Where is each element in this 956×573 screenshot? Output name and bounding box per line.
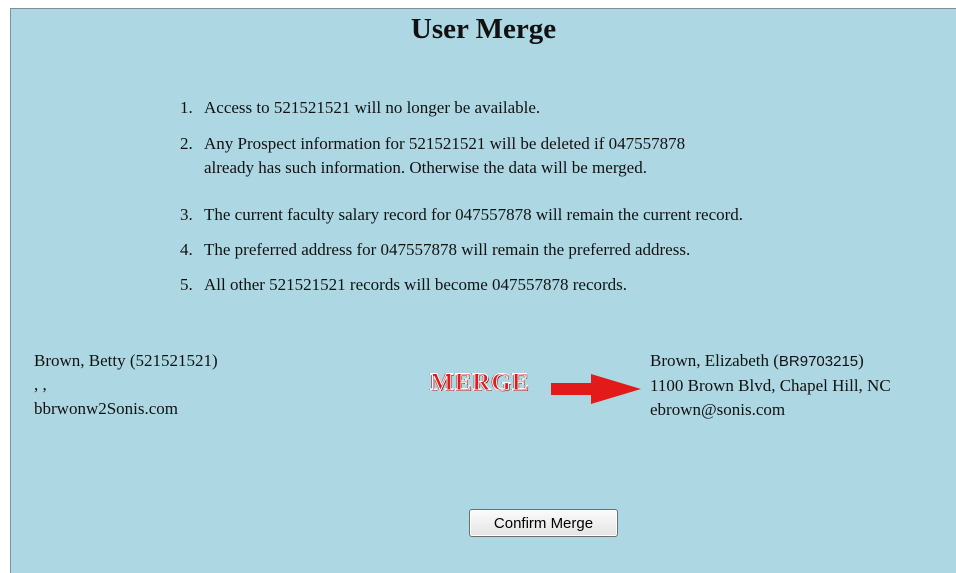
target-user-address: 1100 Brown Blvd, Chapel Hill, NC	[650, 376, 891, 395]
item-number: 5.	[180, 275, 193, 294]
target-user-name: Brown, Elizabeth (	[650, 351, 779, 370]
merge-panel: User Merge 1. Access to 521521521 will no…	[10, 8, 956, 573]
item-text: The current faculty salary record for 04…	[204, 205, 744, 224]
list-item: 1. Access to 521521521 will no longer be …	[180, 96, 540, 120]
item-text: The preferred address for 047557878 will…	[204, 240, 691, 259]
source-user-address: , ,	[34, 375, 47, 394]
confirm-merge-button[interactable]: Confirm Merge	[469, 509, 618, 537]
item-text: All other 521521521 records will become …	[204, 275, 628, 294]
target-user-id: BR9703215	[778, 353, 859, 370]
target-user-name-suffix: )	[858, 351, 864, 370]
item-number: 2.	[180, 134, 193, 153]
list-item: 2. Any Prospect information for 521521521…	[180, 132, 685, 180]
source-user-info: Brown, Betty (521521521) , , bbrwonw2Son…	[34, 349, 218, 421]
item-number: 1.	[180, 98, 193, 117]
item-number: 4.	[180, 240, 193, 259]
arrow-head	[591, 374, 641, 404]
item-text-continuation: already has such information. Otherwise …	[204, 158, 647, 177]
arrow-shaft	[551, 383, 591, 395]
target-user-info: Brown, Elizabeth (BR9703215) 1100 Brown …	[650, 349, 891, 422]
target-user-email: ebrown@sonis.com	[650, 400, 786, 419]
source-user-name: Brown, Betty (521521521)	[34, 351, 218, 370]
item-text: Any Prospect information for 521521521 w…	[204, 134, 686, 153]
merge-label: MERGE	[429, 369, 530, 397]
target-user-name-line: Brown, Elizabeth (BR9703215)	[650, 349, 891, 374]
source-user-email: bbrwonw2Sonis.com	[34, 399, 179, 418]
item-number: 3.	[180, 205, 193, 224]
item-text: Access to 521521521 will no longer be av…	[204, 98, 541, 117]
list-item: 5. All other 521521521 records will becom…	[180, 273, 627, 297]
list-item: 3. The current faculty salary record for …	[180, 203, 743, 227]
page-title: User Merge	[410, 13, 557, 45]
list-item: 4. The preferred address for 047557878 wi…	[180, 238, 690, 262]
